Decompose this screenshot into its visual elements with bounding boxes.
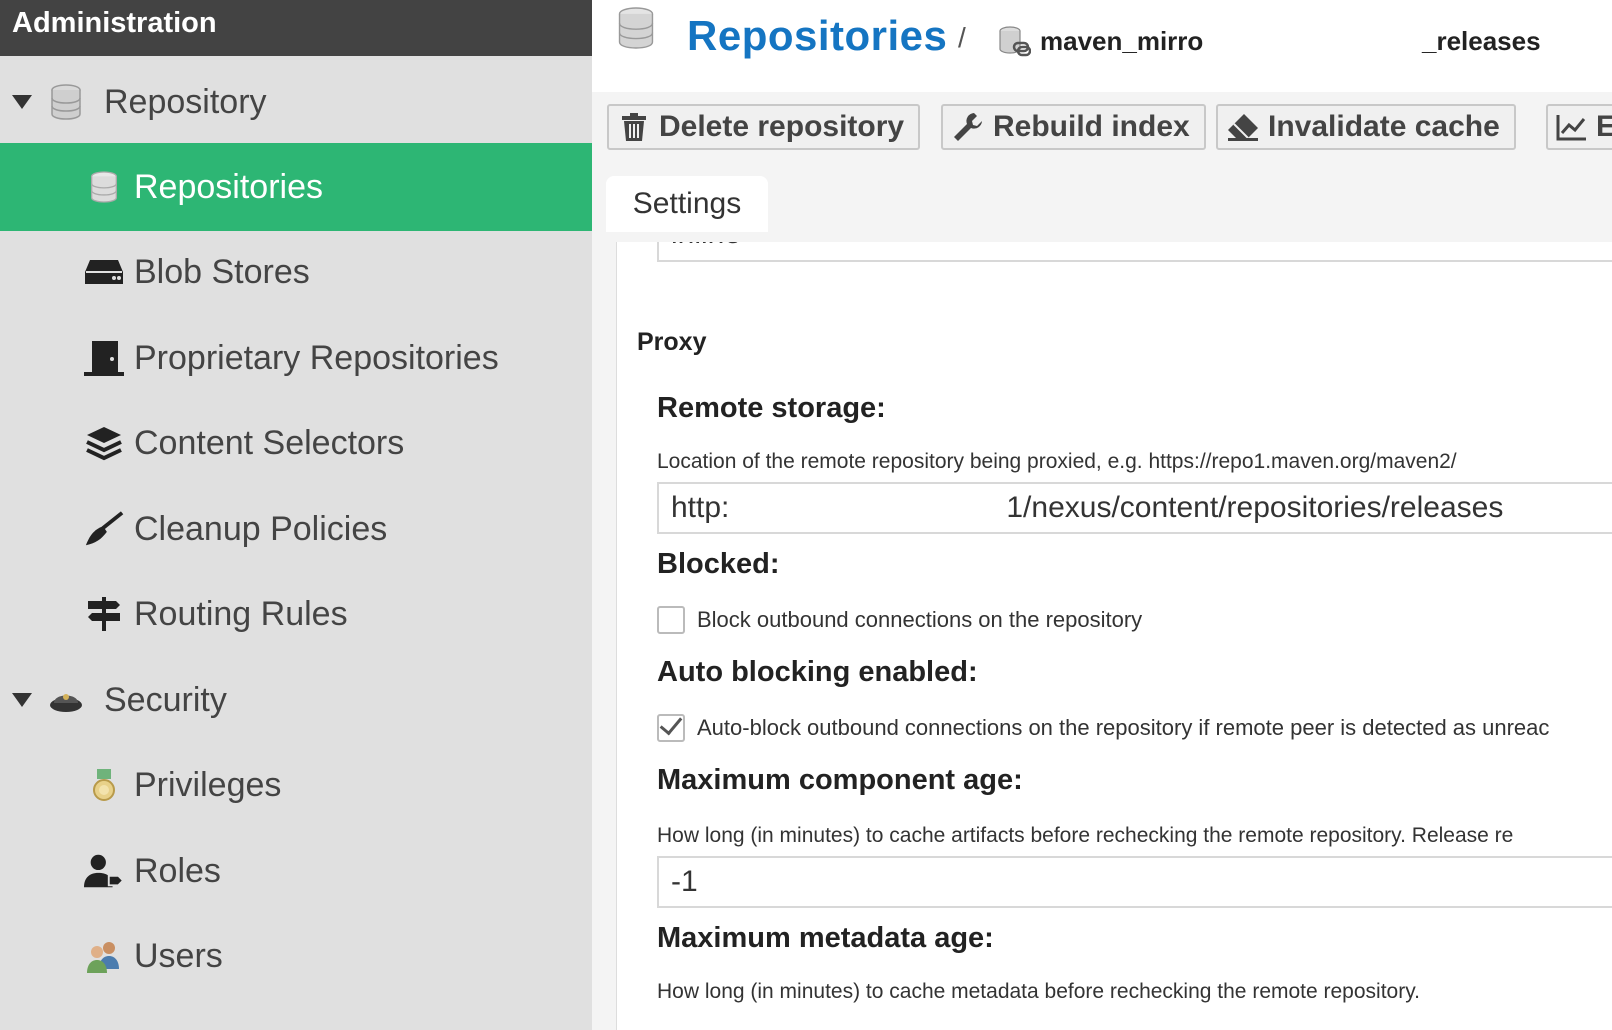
door-icon bbox=[84, 338, 124, 378]
sidebar-title: Administration bbox=[0, 0, 592, 56]
blocked-checkbox[interactable] bbox=[657, 606, 685, 634]
breadcrumb-repositories-link[interactable]: Repositories bbox=[687, 12, 947, 60]
proxy-repository-icon bbox=[994, 22, 1034, 62]
breadcrumb-repo-name-suffix: _releases bbox=[1422, 26, 1541, 56]
user-tag-icon bbox=[84, 851, 124, 891]
rebuild-index-label: Rebuild index bbox=[993, 110, 1190, 143]
sidebar-item-blob-stores[interactable]: Blob Stores bbox=[0, 228, 592, 316]
delete-repository-button[interactable]: Delete repository bbox=[607, 104, 921, 150]
delete-repository-label: Delete repository bbox=[659, 110, 905, 143]
signpost-icon bbox=[84, 594, 124, 634]
breadcrumb-separator: / bbox=[958, 22, 966, 53]
rebuild-index-button[interactable]: Rebuild index bbox=[941, 104, 1206, 150]
statistics-button[interactable]: E bbox=[1546, 104, 1612, 150]
sidebar-item-label: Roles bbox=[134, 851, 221, 890]
toolbar: Delete repository Rebuild index Invalida… bbox=[592, 92, 1612, 167]
invalidate-cache-button[interactable]: Invalidate cache bbox=[1216, 104, 1516, 150]
broom-icon bbox=[84, 509, 124, 549]
proxy-section-title: Proxy bbox=[637, 328, 707, 356]
max-component-age-input[interactable]: -1 bbox=[657, 856, 1612, 908]
sidebar-item-label: Repositories bbox=[134, 167, 323, 206]
remote-storage-input[interactable]: http: 1/nexus/content/repositories/releas… bbox=[657, 482, 1612, 534]
auto-blocking-label: Auto blocking enabled: bbox=[657, 656, 978, 688]
blocked-checkbox-label: Block outbound connections on the reposi… bbox=[697, 607, 1143, 632]
eraser-icon bbox=[1226, 110, 1260, 144]
breadcrumb-repo-name: maven_mirro bbox=[1040, 26, 1204, 56]
sidebar-item-content-selectors[interactable]: Content Selectors bbox=[0, 399, 592, 487]
hard-drive-icon bbox=[84, 252, 124, 292]
sidebar-item-label: Blob Stores bbox=[134, 252, 310, 291]
sidebar-item-privileges[interactable]: Privileges bbox=[0, 741, 592, 829]
database-icon bbox=[616, 7, 656, 49]
wrench-icon bbox=[951, 110, 985, 144]
sidebar-item-label: Users bbox=[134, 936, 223, 975]
sidebar-group-security[interactable]: Security bbox=[0, 656, 592, 744]
sidebar-item-label: Proprietary Repositories bbox=[134, 338, 499, 377]
line-chart-icon bbox=[1556, 110, 1588, 144]
tab-bar: Settings bbox=[592, 166, 1612, 242]
previous-field-input[interactable]: inline bbox=[657, 242, 1612, 262]
auto-blocking-checkbox-row[interactable]: Auto-block outbound connections on the r… bbox=[657, 714, 1549, 742]
database-icon bbox=[46, 82, 86, 122]
medal-icon bbox=[84, 765, 124, 805]
sidebar-group-repository[interactable]: Repository bbox=[0, 58, 592, 146]
remote-storage-value-prefix: http: bbox=[671, 491, 730, 524]
sidebar-item-label: Cleanup Policies bbox=[134, 509, 388, 548]
breadcrumb: Repositories / maven_mirro _releases bbox=[592, 0, 1612, 92]
max-component-age-help: How long (in minutes) to cache artifacts… bbox=[657, 824, 1514, 847]
sidebar-group-label: Repository bbox=[104, 82, 267, 121]
blocked-label: Blocked: bbox=[657, 548, 780, 580]
auto-blocking-checkbox[interactable] bbox=[657, 714, 685, 742]
users-icon bbox=[84, 936, 124, 976]
admin-sidebar: Administration Repository Repositories B… bbox=[0, 0, 592, 1030]
sidebar-item-repositories[interactable]: Repositories bbox=[0, 143, 592, 231]
sidebar-item-label: Routing Rules bbox=[134, 594, 348, 633]
trash-icon bbox=[617, 110, 651, 144]
expand-triangle-icon[interactable] bbox=[12, 693, 32, 707]
database-icon bbox=[84, 167, 124, 207]
settings-form: inline Proxy Remote storage: Location of… bbox=[616, 242, 1612, 1030]
main-content: Repositories / maven_mirro _releases Del… bbox=[592, 0, 1612, 1030]
remote-storage-help: Location of the remote repository being … bbox=[657, 450, 1457, 473]
sidebar-item-roles[interactable]: Roles bbox=[0, 827, 592, 915]
statistics-label: E bbox=[1596, 110, 1612, 143]
remote-storage-label: Remote storage: bbox=[657, 392, 886, 424]
redaction-mask bbox=[1204, 18, 1422, 66]
auto-blocking-checkbox-label: Auto-block outbound connections on the r… bbox=[697, 715, 1550, 740]
sidebar-item-users[interactable]: Users bbox=[0, 912, 592, 1000]
tab-settings[interactable]: Settings bbox=[606, 176, 768, 232]
blocked-checkbox-row[interactable]: Block outbound connections on the reposi… bbox=[657, 606, 1142, 634]
police-hat-icon bbox=[46, 680, 86, 720]
sidebar-group-label: Security bbox=[104, 680, 227, 719]
invalidate-cache-label: Invalidate cache bbox=[1268, 110, 1500, 143]
sidebar-item-cleanup-policies[interactable]: Cleanup Policies bbox=[0, 485, 592, 573]
redaction-mask bbox=[729, 494, 1007, 525]
max-metadata-age-help: How long (in minutes) to cache metadata … bbox=[657, 980, 1420, 1003]
layers-icon bbox=[84, 423, 124, 463]
sidebar-item-routing-rules[interactable]: Routing Rules bbox=[0, 570, 592, 658]
sidebar-item-label: Content Selectors bbox=[134, 423, 405, 462]
sidebar-item-proprietary-repositories[interactable]: Proprietary Repositories bbox=[0, 314, 592, 402]
remote-storage-value-suffix: 1/nexus/content/repositories/releases bbox=[1006, 491, 1504, 524]
max-metadata-age-label: Maximum metadata age: bbox=[657, 922, 994, 954]
expand-triangle-icon[interactable] bbox=[12, 95, 32, 109]
max-component-age-label: Maximum component age: bbox=[657, 764, 1023, 796]
sidebar-item-label: Privileges bbox=[134, 765, 282, 804]
